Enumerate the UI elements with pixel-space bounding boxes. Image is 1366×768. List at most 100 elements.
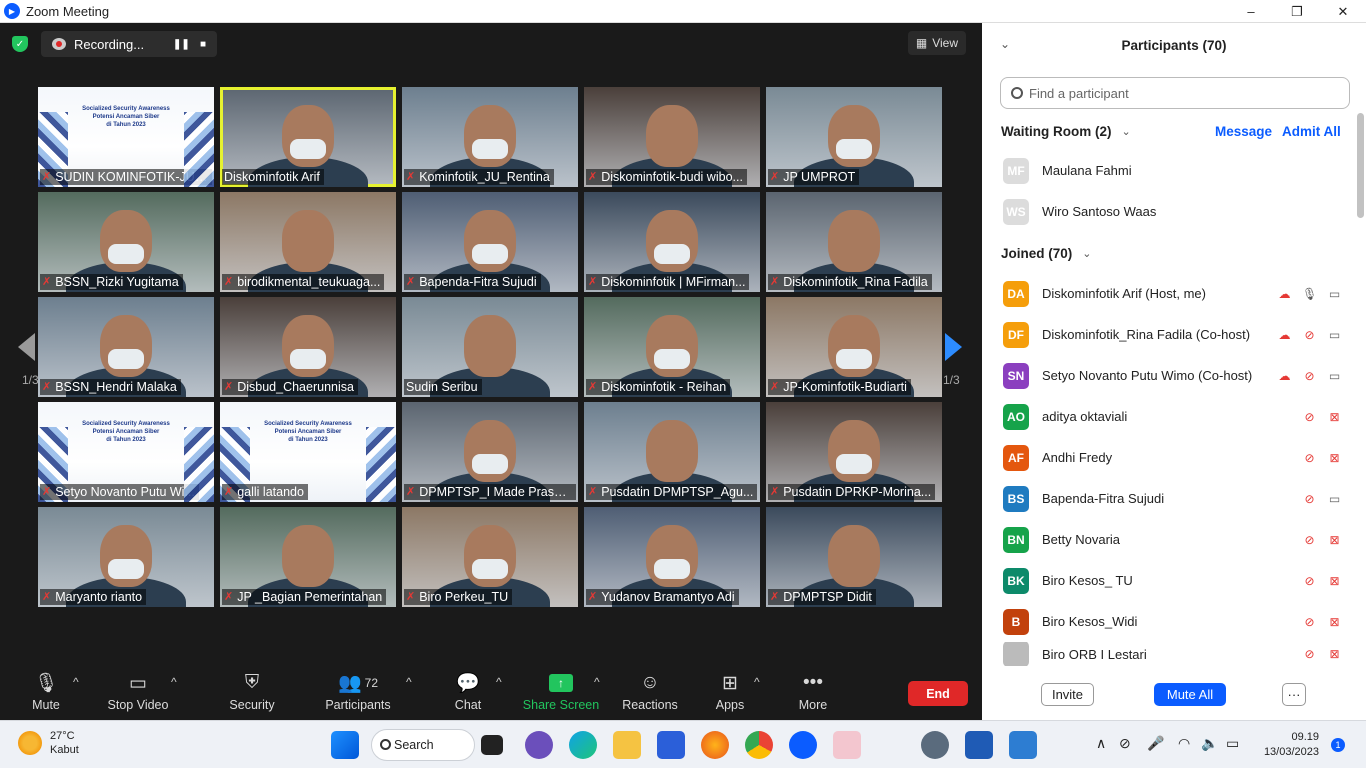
minimize-button[interactable]: ‒: [1228, 0, 1274, 23]
notification-badge[interactable]: 1: [1331, 738, 1345, 752]
video-tile[interactable]: Socialized Security Awareness Potensi An…: [220, 402, 396, 502]
edge-browser-icon[interactable]: [569, 731, 597, 759]
video-tile[interactable]: ✗ Pusdatin DPMPTSP_Agu...: [584, 402, 760, 502]
participant-row[interactable]: B Biro Kesos_Widi ⊘ ⊠: [982, 601, 1354, 642]
video-camera-icon[interactable]: ▭: [1327, 328, 1342, 342]
video-camera-icon[interactable]: ▭: [1327, 369, 1342, 383]
chat-options-chevron-icon[interactable]: ^: [496, 675, 502, 689]
panel-scrollbar[interactable]: [1357, 113, 1364, 218]
participant-row[interactable]: AO aditya oktaviali ⊘ ⊠: [982, 396, 1354, 437]
stop-video-button[interactable]: ▭ Stop Video: [93, 671, 183, 713]
video-tile[interactable]: ✗ birodikmental_teukuaga...: [220, 192, 396, 292]
encryption-shield-icon[interactable]: ✓: [12, 36, 28, 52]
muted-microphone-icon[interactable]: ⊘: [1302, 647, 1317, 661]
video-off-icon[interactable]: ⊠: [1327, 451, 1342, 465]
video-off-icon[interactable]: ⊠: [1327, 615, 1342, 629]
pause-recording-icon[interactable]: ❚❚: [173, 39, 190, 50]
audio-options-chevron-icon[interactable]: ^: [73, 675, 79, 689]
more-button[interactable]: ••• More: [768, 671, 858, 712]
tray-chevron-icon[interactable]: ∧: [1096, 735, 1106, 752]
joined-header[interactable]: Joined (70) ⌄: [1001, 246, 1091, 261]
video-tile[interactable]: Socialized Security Awareness Potensi An…: [38, 402, 214, 502]
participant-row[interactable]: AF Andhi Fredy ⊘ ⊠: [982, 437, 1354, 478]
waiting-participant-row[interactable]: WS Wiro Santoso Waas: [982, 191, 1354, 232]
video-tile[interactable]: ✗ BSSN_Hendri Malaka: [38, 297, 214, 397]
apps-button[interactable]: ⊞ Apps: [685, 671, 775, 713]
next-page-arrow-icon[interactable]: [945, 333, 962, 361]
video-tile[interactable]: ✗ Diskominfotik - Reihan: [584, 297, 760, 397]
teams-chat-icon[interactable]: [525, 731, 553, 759]
video-tile[interactable]: ✗ Pusdatin DPRKP-Morina...: [766, 402, 942, 502]
video-tile[interactable]: ✗ DPMPTSP_I Made Prasat...: [402, 402, 578, 502]
video-tile[interactable]: ✗ Yudanov Bramantyo Adi: [584, 507, 760, 607]
zoom-taskbar-icon[interactable]: [789, 731, 817, 759]
notepad-icon[interactable]: [1009, 731, 1037, 759]
video-options-chevron-icon[interactable]: ^: [171, 675, 177, 689]
muted-microphone-icon[interactable]: ⊘: [1302, 533, 1317, 547]
muted-microphone-icon[interactable]: ⊘: [1302, 451, 1317, 465]
participant-row[interactable]: BS Bapenda-Fitra Sujudi ⊘ ▭: [982, 478, 1354, 519]
chrome-icon[interactable]: [745, 731, 773, 759]
admit-all-link[interactable]: Admit All: [1282, 124, 1341, 139]
waiting-room-header[interactable]: Waiting Room (2) ⌄: [1001, 124, 1131, 139]
video-tile[interactable]: ✗ Diskominfotik | MFirman...: [584, 192, 760, 292]
apps-options-chevron-icon[interactable]: ^: [754, 675, 760, 689]
weather-widget[interactable]: 27°C Kabut: [18, 729, 79, 757]
file-explorer-icon[interactable]: [613, 731, 641, 759]
video-off-icon[interactable]: ⊠: [1327, 410, 1342, 424]
participants-options-chevron-icon[interactable]: ^: [406, 675, 412, 689]
share-options-chevron-icon[interactable]: ^: [594, 675, 600, 689]
volume-icon[interactable]: 🔈: [1201, 735, 1218, 752]
video-tile[interactable]: ✗ Bapenda-Fitra Sujudi: [402, 192, 578, 292]
more-options-button[interactable]: ···: [1282, 683, 1306, 706]
participant-row[interactable]: Biro ORB I Lestari ⊘ ⊠: [982, 642, 1354, 666]
mute-all-button[interactable]: Mute All: [1154, 683, 1226, 706]
microsoft-store-icon[interactable]: [657, 731, 685, 759]
video-off-icon[interactable]: ⊠: [1327, 533, 1342, 547]
video-tile[interactable]: Socialized Security Awareness Potensi An…: [38, 87, 214, 187]
participant-row[interactable]: BN Betty Novaria ⊘ ⊠: [982, 519, 1354, 560]
video-tile[interactable]: ✗ Disbud_Chaerunnisa: [220, 297, 396, 397]
muted-microphone-icon[interactable]: ⊘: [1302, 369, 1317, 383]
participant-search-input[interactable]: Find a participant: [1000, 77, 1350, 109]
video-camera-icon[interactable]: ▭: [1327, 492, 1342, 506]
video-tile[interactable]: ✗ Biro Perkeu_TU: [402, 507, 578, 607]
snipping-tool-icon[interactable]: [833, 731, 861, 759]
participant-row[interactable]: SN Setyo Novanto Putu Wimo (Co-host) ☁ ⊘ ▭: [982, 355, 1354, 396]
wifi-icon[interactable]: ◠: [1178, 735, 1190, 752]
message-link[interactable]: Message: [1215, 124, 1272, 139]
video-tile[interactable]: ✗ Diskominfotik-budi wibo...: [584, 87, 760, 187]
video-tile[interactable]: ✗ Maryanto rianto: [38, 507, 214, 607]
taskbar-search[interactable]: Search: [371, 729, 475, 761]
microphone-icon[interactable]: 🎙: [1302, 287, 1317, 301]
end-meeting-button[interactable]: End: [908, 681, 968, 706]
maximize-button[interactable]: ❐: [1274, 0, 1320, 23]
video-tile[interactable]: ✗ JP UMPROT: [766, 87, 942, 187]
muted-microphone-icon[interactable]: ⊘: [1302, 492, 1317, 506]
stop-recording-icon[interactable]: ■: [200, 39, 206, 50]
waiting-participant-row[interactable]: MF Maulana Fahmi: [982, 150, 1354, 191]
video-tile[interactable]: ✗ BSSN_Rizki Yugitama: [38, 192, 214, 292]
video-tile[interactable]: Diskominfotik Arif: [220, 87, 396, 187]
word-icon[interactable]: [965, 731, 993, 759]
settings-gear-icon[interactable]: [921, 731, 949, 759]
video-tile[interactable]: Sudin Seribu: [402, 297, 578, 397]
system-clock[interactable]: 09.19 13/03/2023: [1264, 730, 1319, 760]
participant-row[interactable]: DA Diskominfotik Arif (Host, me) ☁ 🎙 ▭: [982, 273, 1354, 314]
muted-microphone-icon[interactable]: ⊘: [1302, 574, 1317, 588]
participant-row[interactable]: BK Biro Kesos_ TU ⊘ ⊠: [982, 560, 1354, 601]
video-off-icon[interactable]: ⊠: [1327, 574, 1342, 588]
invite-button[interactable]: Invite: [1041, 683, 1094, 706]
muted-microphone-icon[interactable]: ⊘: [1302, 615, 1317, 629]
video-tile[interactable]: ✗ DPMPTSP Didit: [766, 507, 942, 607]
reactions-button[interactable]: ☺ Reactions: [605, 671, 695, 712]
muted-microphone-icon[interactable]: ⊘: [1302, 410, 1317, 424]
tray-microphone-icon[interactable]: 🎤: [1147, 735, 1164, 752]
video-tile[interactable]: ✗ Diskominfotik_Rina Fadila: [766, 192, 942, 292]
battery-icon[interactable]: ▭: [1226, 735, 1239, 752]
firefox-icon[interactable]: [701, 731, 729, 759]
windows-start-icon[interactable]: [331, 731, 359, 759]
muted-microphone-icon[interactable]: ⊘: [1302, 328, 1317, 342]
tray-app-icon[interactable]: ⊘: [1119, 735, 1131, 752]
close-button[interactable]: ✕: [1320, 0, 1366, 23]
